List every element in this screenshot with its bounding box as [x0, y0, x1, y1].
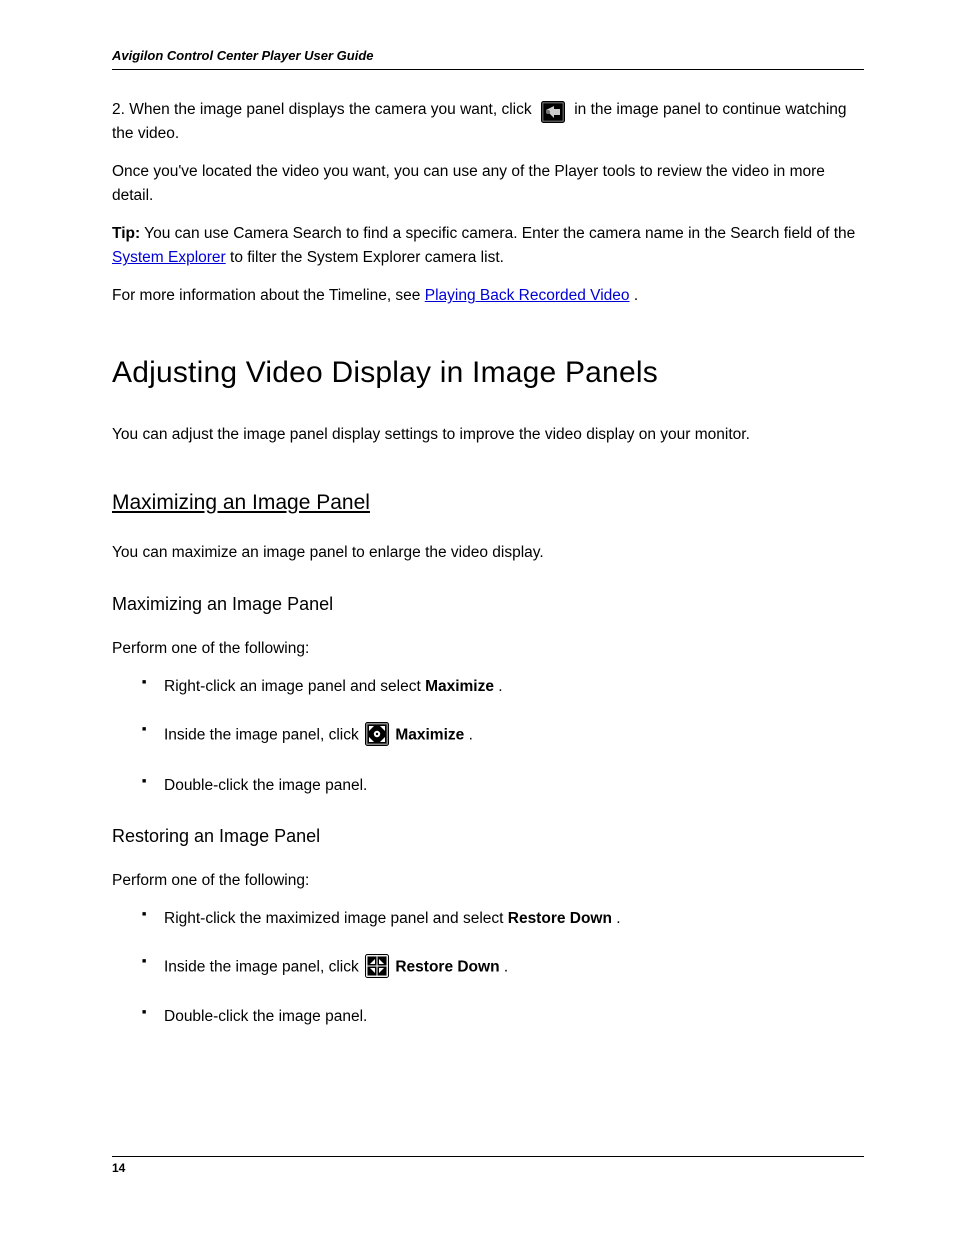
- maximize-icon: [365, 722, 389, 753]
- rest-item2-d: .: [504, 959, 508, 976]
- rest-lead: Perform one of the following:: [112, 869, 864, 893]
- step-2: 2. When the image panel displays the cam…: [112, 98, 864, 146]
- heading-maximizing-image-panel: Maximizing an Image Panel: [112, 487, 864, 520]
- list-item: Double-click the image panel.: [142, 774, 864, 797]
- max-lead: Perform one of the following:: [112, 637, 864, 661]
- intro-p2: Once you've located the video you want, …: [112, 160, 864, 208]
- subheading-maximizing: Maximizing an Image Panel: [112, 591, 864, 619]
- camera-icon: [538, 100, 568, 124]
- rest-item1-a: Right-click the maximized image panel an…: [164, 910, 508, 927]
- h1-body: You can adjust the image panel display s…: [112, 423, 864, 447]
- rest-item1-c: .: [616, 910, 620, 927]
- list-item: Right-click the maximized image panel an…: [142, 907, 864, 930]
- maximize-list: Right-click an image panel and select Ma…: [142, 675, 864, 797]
- subheading-restoring: Restoring an Image Panel: [112, 823, 864, 851]
- tip-after: to filter the System Explorer camera lis…: [230, 249, 504, 266]
- tip-label: Tip:: [112, 225, 140, 242]
- restore-down-icon: [365, 954, 389, 985]
- max-item1-a: Right-click an image panel and select: [164, 678, 425, 695]
- max-item2-d: .: [469, 727, 473, 744]
- running-header: Avigilon Control Center Player User Guid…: [112, 48, 864, 70]
- page-footer: 14: [112, 1156, 864, 1175]
- intro-p4-a: For more information about the Timeline,…: [112, 287, 425, 304]
- list-item: Inside the image panel, click Restore: [142, 954, 864, 981]
- heading-adjusting-video: Adjusting Video Display in Image Panels: [112, 350, 864, 397]
- rest-item2-a: Inside the image panel, click: [164, 959, 363, 976]
- playback-link[interactable]: Playing Back Recorded Video: [425, 287, 630, 304]
- sec1-intro: You can maximize an image panel to enlar…: [112, 541, 864, 565]
- intro-p4-b: .: [634, 287, 638, 304]
- system-explorer-link[interactable]: System Explorer: [112, 249, 226, 266]
- tip-para: Tip: You can use Camera Search to find a…: [112, 222, 864, 270]
- page-number: 14: [112, 1161, 125, 1175]
- list-item: Right-click an image panel and select Ma…: [142, 675, 864, 698]
- max-item2-c: Maximize: [395, 727, 464, 744]
- max-item1-c: .: [498, 678, 502, 695]
- step-2-a: 2. When the image panel displays the cam…: [112, 101, 536, 118]
- list-item: Inside the image panel, click Maximiz: [142, 722, 864, 749]
- tip-body: You can use Camera Search to find a spec…: [144, 225, 855, 242]
- max-item2-a: Inside the image panel, click: [164, 727, 363, 744]
- list-item: Double-click the image panel.: [142, 1005, 864, 1028]
- rest-item1-b: Restore Down: [508, 910, 612, 927]
- rest-item2-c: Restore Down: [395, 959, 499, 976]
- restore-list: Right-click the maximized image panel an…: [142, 907, 864, 1029]
- max-item1-b: Maximize: [425, 678, 494, 695]
- intro-p4: For more information about the Timeline,…: [112, 284, 864, 308]
